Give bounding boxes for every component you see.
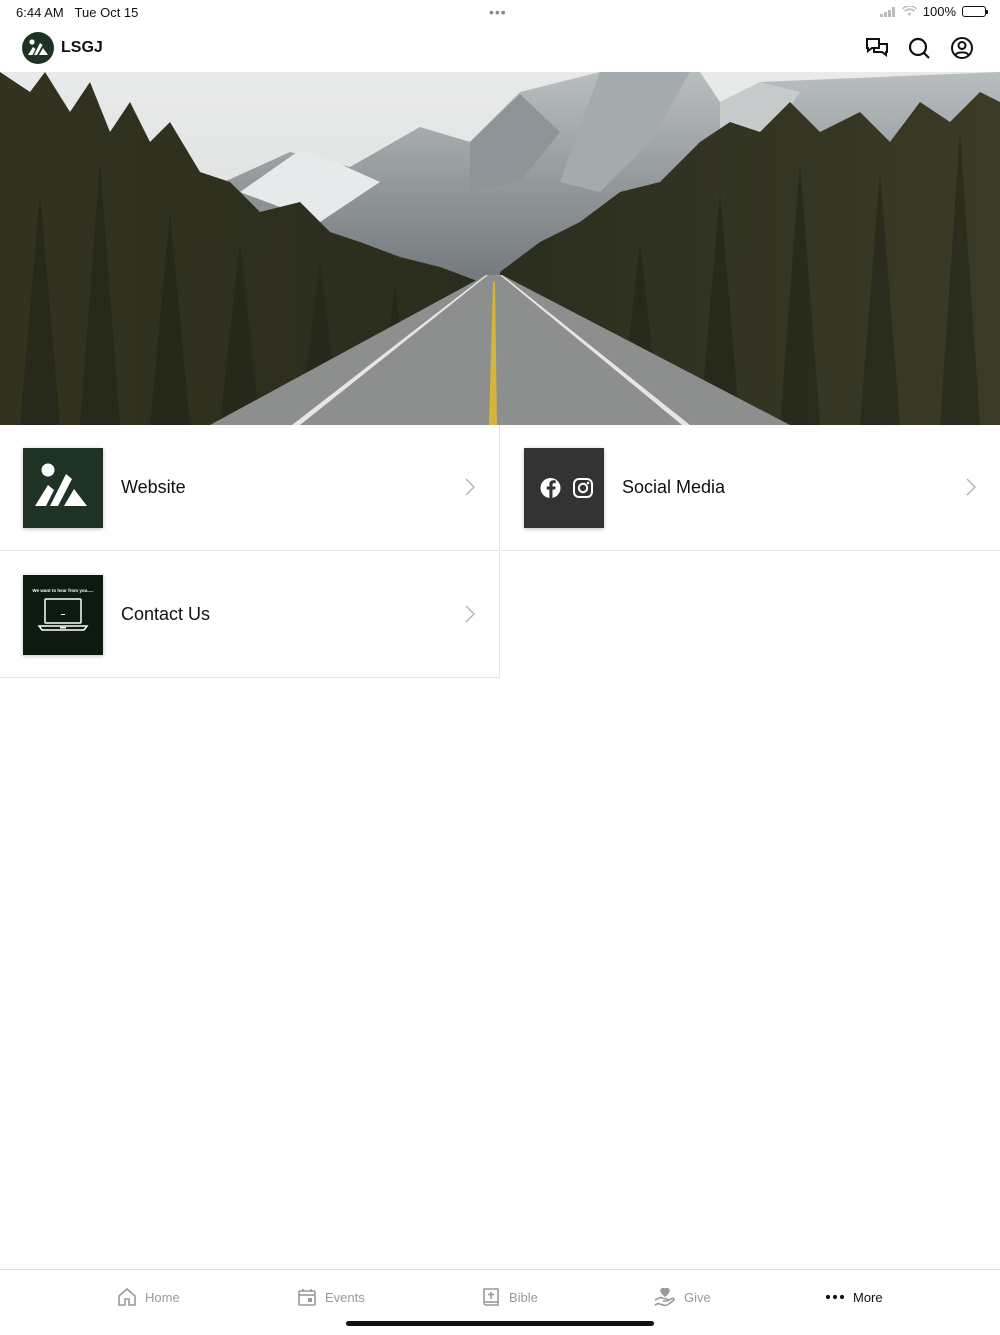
chat-icon[interactable] (865, 36, 889, 60)
chevron-right-icon (465, 605, 475, 623)
app-header: LSGJ (0, 24, 1000, 72)
tab-label-more: More (853, 1289, 883, 1305)
tab-bible[interactable]: Bible (481, 1284, 538, 1310)
status-indicators: 100% (879, 4, 988, 19)
bible-icon (483, 1288, 499, 1306)
tile-label-contact-us: Contact Us (121, 604, 211, 624)
chevron-right-icon (465, 478, 475, 496)
app-logo[interactable] (22, 32, 54, 64)
status-bar: 6:44 AM Tue Oct 15 ••• 100% (0, 0, 1000, 24)
calendar-icon (298, 1289, 316, 1306)
battery-icon (962, 6, 988, 17)
brand-name[interactable]: LSGJ (61, 39, 103, 57)
chevron-right-icon (966, 478, 976, 496)
wifi-icon (901, 6, 917, 16)
multitask-dots[interactable]: ••• (489, 4, 507, 20)
tab-home[interactable]: Home (117, 1284, 180, 1310)
hero-image (0, 72, 1000, 425)
battery-percent: 100% (922, 4, 956, 19)
profile-icon[interactable] (950, 36, 974, 60)
home-icon (118, 1287, 136, 1306)
tile-label-website: Website (121, 477, 186, 497)
tile-label-social-media: Social Media (622, 477, 726, 497)
tab-more[interactable]: More (825, 1284, 883, 1310)
tab-label-bible: Bible (509, 1289, 538, 1305)
website-thumbnail (23, 448, 103, 528)
tab-label-home: Home (145, 1289, 180, 1305)
more-icon (825, 1294, 845, 1300)
status-time: 6:44 AM Tue Oct 15 (16, 5, 139, 20)
contact-us-thumbnail: We want to hear from you..... (23, 575, 103, 655)
signal-icon (879, 6, 895, 17)
social-media-thumbnail (524, 448, 604, 528)
search-icon[interactable] (907, 36, 931, 60)
tab-give[interactable]: Give (654, 1284, 711, 1310)
give-icon (654, 1287, 675, 1307)
home-indicator[interactable] (346, 1321, 654, 1326)
tab-events[interactable]: Events (297, 1284, 365, 1310)
tile-social-media[interactable]: Social Media (501, 425, 1000, 551)
tab-label-give: Give (684, 1289, 711, 1305)
tab-label-events: Events (325, 1289, 365, 1305)
tile-website[interactable]: Website (0, 425, 500, 551)
tile-contact-us[interactable]: We want to hear from you..... Contact Us (0, 552, 500, 678)
